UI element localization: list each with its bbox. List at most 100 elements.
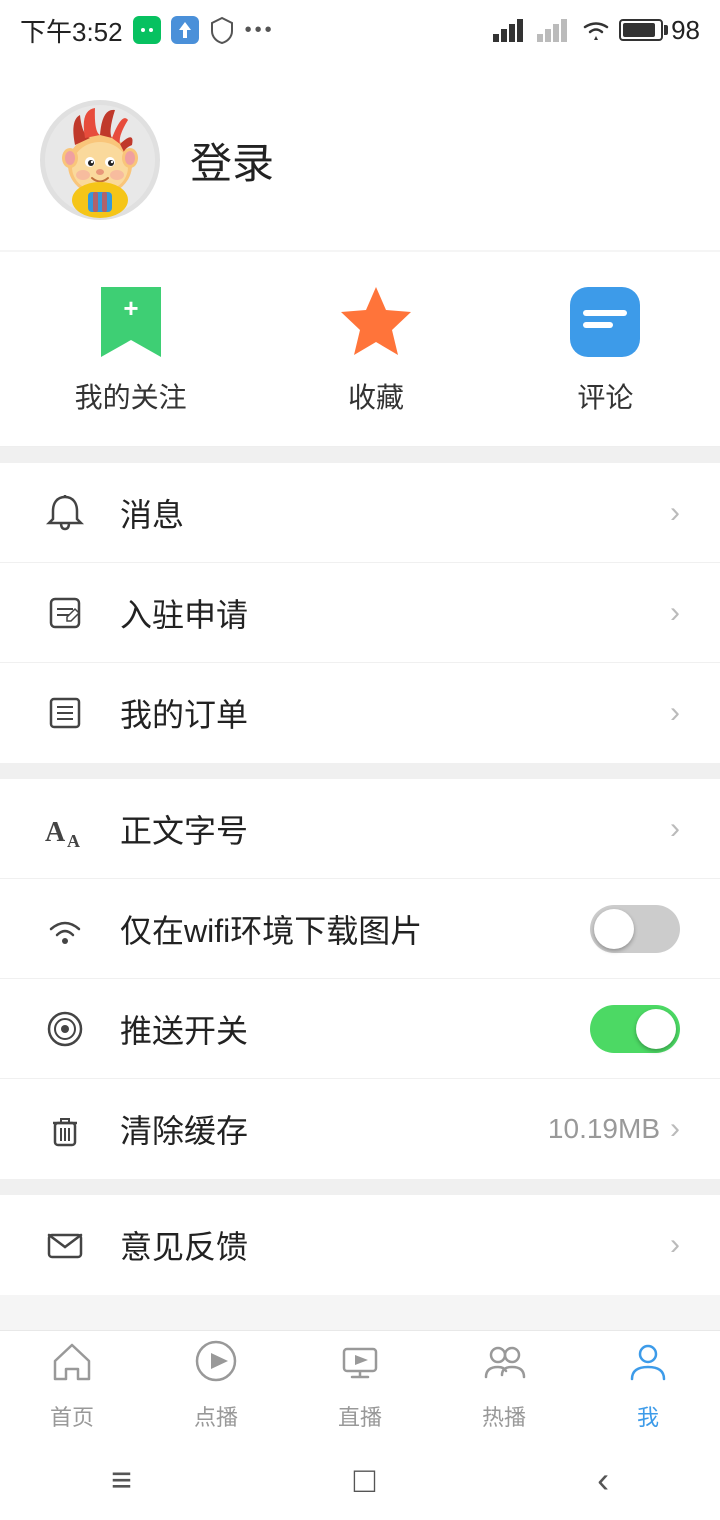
upload-icon <box>171 16 199 44</box>
feedback-right: › <box>670 1228 680 1262</box>
shield-icon <box>209 16 235 44</box>
svg-text:A: A <box>67 831 80 849</box>
battery-level: 98 <box>671 15 700 46</box>
action-follow[interactable]: + 我的关注 <box>75 282 187 416</box>
menu-group-1: 消息 › 入驻申请 › <box>0 463 720 763</box>
apply-right: › <box>670 596 680 630</box>
cache-chevron: › <box>670 1112 680 1146</box>
nav-live-label: 直播 <box>338 1400 382 1432</box>
sys-home-btn[interactable]: □ <box>354 1459 376 1501</box>
action-collect[interactable]: 收藏 <box>336 282 416 416</box>
menu-item-feedback[interactable]: 意见反馈 › <box>0 1195 720 1295</box>
collect-label: 收藏 <box>348 376 404 416</box>
edit-icon <box>40 593 90 633</box>
nav-me-label: 我 <box>637 1400 659 1432</box>
bottom-nav: 首页 点播 直播 <box>0 1330 720 1440</box>
star-icon <box>336 282 416 362</box>
more-dots: ••• <box>245 19 275 42</box>
bookmark-icon: + <box>96 282 166 362</box>
home-icon <box>50 1339 94 1394</box>
action-comment[interactable]: 评论 <box>565 282 645 416</box>
cache-value: 10.19MB <box>548 1113 660 1145</box>
wifi-right[interactable] <box>590 905 680 953</box>
quick-actions: + 我的关注 收藏 评论 <box>0 252 720 447</box>
menu-item-wifi[interactable]: 仅在wifi环境下载图片 <box>0 879 720 979</box>
avatar[interactable] <box>40 100 160 220</box>
feedback-chevron: › <box>670 1228 680 1262</box>
nav-item-hot[interactable]: 热播 <box>432 1339 576 1432</box>
menu-group-2: A A 正文字号 › 仅在wifi环境下载图片 <box>0 779 720 1179</box>
live-icon <box>338 1339 382 1394</box>
comment-icon-wrap <box>565 282 645 362</box>
wifi-icon <box>40 909 90 949</box>
menu-item-message[interactable]: 消息 › <box>0 463 720 563</box>
nav-item-me[interactable]: 我 <box>576 1339 720 1432</box>
status-right: 98 <box>493 15 700 46</box>
status-bar: 下午3:52 ••• <box>0 0 720 60</box>
battery-indicator <box>619 19 663 41</box>
comment-label: 评论 <box>577 376 633 416</box>
menu-item-apply[interactable]: 入驻申请 › <box>0 563 720 663</box>
profile-section[interactable]: 登录 <box>0 60 720 250</box>
menu-item-order[interactable]: 我的订单 › <box>0 663 720 763</box>
divider-2 <box>0 763 720 779</box>
follow-label: 我的关注 <box>75 376 187 416</box>
fontsize-right: › <box>670 812 680 846</box>
menu-item-fontsize[interactable]: A A 正文字号 › <box>0 779 720 879</box>
fontsize-label: 正文字号 <box>120 806 670 852</box>
bell-icon <box>40 493 90 533</box>
nav-item-home[interactable]: 首页 <box>0 1339 144 1432</box>
nav-item-vod[interactable]: 点播 <box>144 1339 288 1432</box>
message-chevron: › <box>670 496 680 530</box>
fontsize-chevron: › <box>670 812 680 846</box>
chat-icon <box>565 282 645 362</box>
feedback-label: 意见反馈 <box>120 1222 670 1268</box>
nav-hot-label: 热播 <box>482 1400 526 1432</box>
menu-item-cache[interactable]: 清除缓存 10.19MB › <box>0 1079 720 1179</box>
sys-back-btn[interactable]: ‹ <box>597 1459 609 1501</box>
order-right: › <box>670 696 680 730</box>
play-icon <box>194 1339 238 1394</box>
wifi-label: 仅在wifi环境下载图片 <box>120 906 590 952</box>
person-icon <box>626 1339 670 1394</box>
signal2-icon <box>537 18 573 42</box>
mail-icon <box>40 1225 90 1265</box>
cache-label: 清除缓存 <box>120 1106 548 1152</box>
signal-icon <box>493 18 529 42</box>
order-chevron: › <box>670 696 680 730</box>
collect-icon-wrap <box>336 282 416 362</box>
target-icon <box>40 1009 90 1049</box>
svg-text:+: + <box>123 293 138 323</box>
message-right: › <box>670 496 680 530</box>
menu-group-3: 意见反馈 › <box>0 1195 720 1295</box>
sys-nav: ≡ □ ‹ <box>0 1440 720 1520</box>
nav-item-live[interactable]: 直播 <box>288 1339 432 1432</box>
follow-icon-wrap: + <box>91 282 171 362</box>
login-text[interactable]: 登录 <box>190 130 274 191</box>
wifi-status-icon <box>581 18 611 42</box>
message-label: 消息 <box>120 490 670 536</box>
font-icon: A A <box>40 809 90 849</box>
group-icon <box>482 1339 526 1394</box>
nav-home-label: 首页 <box>50 1400 94 1432</box>
sys-menu-btn[interactable]: ≡ <box>111 1459 132 1501</box>
nav-vod-label: 点播 <box>194 1400 238 1432</box>
trash-icon <box>40 1109 90 1149</box>
push-label: 推送开关 <box>120 1006 590 1052</box>
status-time: 下午3:52 <box>20 12 123 49</box>
push-toggle[interactable] <box>590 1005 680 1053</box>
svg-text:A: A <box>45 817 66 848</box>
push-toggle-knob <box>636 1009 676 1049</box>
avatar-image <box>40 100 160 220</box>
push-right[interactable] <box>590 1005 680 1053</box>
wifi-toggle-knob <box>594 909 634 949</box>
wechat-icon <box>133 16 161 44</box>
menu-item-push[interactable]: 推送开关 <box>0 979 720 1079</box>
divider-3 <box>0 1179 720 1195</box>
cache-right: 10.19MB › <box>548 1112 680 1146</box>
apply-chevron: › <box>670 596 680 630</box>
order-label: 我的订单 <box>120 690 670 736</box>
wifi-toggle[interactable] <box>590 905 680 953</box>
apply-label: 入驻申请 <box>120 590 670 636</box>
status-left: 下午3:52 ••• <box>20 12 275 49</box>
